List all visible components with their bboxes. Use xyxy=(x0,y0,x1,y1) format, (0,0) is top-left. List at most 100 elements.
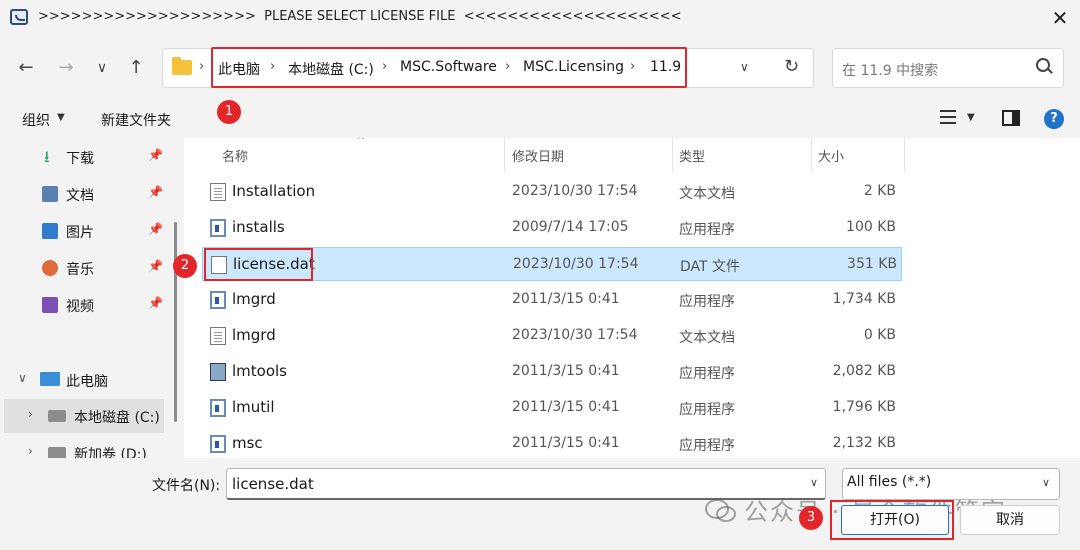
sidebar-scrollbar[interactable] xyxy=(174,222,177,422)
file-type: 文本文档 xyxy=(679,186,735,202)
sidebar-item-new-volume-d[interactable]: › 新加卷 (D:) xyxy=(0,436,170,458)
address-dropdown-button[interactable]: ∨ xyxy=(740,60,749,74)
file-list[interactable]: ^ 名称 修改日期 类型 大小 Installation 2023/10/30 … xyxy=(184,138,1080,458)
file-type: 应用程序 xyxy=(679,222,735,238)
sidebar-item-label: 下载 xyxy=(66,151,94,167)
filename-dropdown-icon[interactable]: ∨ xyxy=(810,476,818,489)
file-type: 应用程序 xyxy=(679,438,735,454)
step-badge-3: 3 xyxy=(799,506,823,530)
expand-chevron-icon[interactable]: › xyxy=(28,444,33,458)
sidebar-item-label: 视频 xyxy=(66,299,94,315)
file-type-filter-value[interactable]: All files (*.*) xyxy=(847,474,931,490)
file-name: msc xyxy=(232,434,263,452)
sidebar-item-videos[interactable]: 视频 📌 xyxy=(0,288,170,322)
file-name: installs xyxy=(232,218,285,236)
expand-chevron-icon[interactable]: › xyxy=(28,407,33,421)
file-row[interactable]: lmtools 2011/3/15 0:41 应用程序 2,082 KB xyxy=(202,355,902,389)
computer-icon xyxy=(40,372,60,386)
filename-value[interactable]: license.dat xyxy=(232,475,314,493)
preview-pane-icon[interactable] xyxy=(1002,110,1020,126)
filename-input[interactable] xyxy=(226,468,826,500)
forward-button[interactable]: → xyxy=(52,54,80,82)
file-row[interactable]: installs 2009/7/14 17:05 应用程序 100 KB xyxy=(202,211,902,245)
sidebar-item-pictures[interactable]: 图片 📌 xyxy=(0,214,170,248)
refresh-button[interactable]: ↻ xyxy=(784,56,799,77)
file-date: 2023/10/30 17:54 xyxy=(512,327,638,343)
sidebar-item-label: 本地磁盘 (C:) xyxy=(74,410,160,426)
sidebar-item-this-pc[interactable]: ∨ 此电脑 xyxy=(0,363,170,397)
recent-locations-button[interactable]: ∨ xyxy=(88,54,116,82)
file-name: lmgrd xyxy=(232,326,276,344)
file-row[interactable]: Installation 2023/10/30 17:54 文本文档 2 KB xyxy=(202,175,902,209)
sidebar-item-documents[interactable]: 文档 📌 xyxy=(0,177,170,211)
file-type: 应用程序 xyxy=(679,366,735,382)
file-size: 2 KB xyxy=(863,183,896,199)
file-row[interactable]: lmutil 2011/3/15 0:41 应用程序 1,796 KB xyxy=(202,391,902,425)
breadcrumb-separator[interactable]: › xyxy=(199,59,204,74)
file-size: 351 KB xyxy=(847,256,897,272)
file-size: 100 KB xyxy=(846,219,896,235)
file-date: 2011/3/15 0:41 xyxy=(512,291,620,307)
expand-chevron-icon[interactable]: ∨ xyxy=(18,371,27,385)
view-options-icon[interactable] xyxy=(940,110,956,124)
search-icon[interactable] xyxy=(1036,58,1050,72)
back-button[interactable]: ← xyxy=(12,54,40,82)
sidebar-item-label: 音乐 xyxy=(66,262,94,278)
filter-dropdown-icon[interactable]: ∨ xyxy=(1042,476,1050,489)
navigation-pane[interactable]: ⭳ 下载 📌 文档 📌 图片 📌 音乐 📌 视频 📌 ∨ 此电脑 › 本地磁盘 … xyxy=(0,138,170,458)
sidebar-item-music[interactable]: 音乐 📌 xyxy=(0,251,170,285)
pin-icon[interactable]: 📌 xyxy=(148,296,163,310)
file-row[interactable]: lmgrd 2023/10/30 17:54 文本文档 0 KB xyxy=(202,319,902,353)
drive-icon xyxy=(48,410,66,422)
up-button[interactable]: ↑ xyxy=(122,54,150,82)
file-annotation-box xyxy=(204,248,313,281)
file-date: 2023/10/30 17:54 xyxy=(512,183,638,199)
file-row[interactable]: lmgrd 2011/3/15 0:41 应用程序 1,734 KB xyxy=(202,283,902,317)
pin-icon[interactable]: 📌 xyxy=(148,185,163,199)
file-type: 应用程序 xyxy=(679,294,735,310)
help-icon[interactable]: ? xyxy=(1044,109,1064,129)
picture-icon xyxy=(42,223,58,239)
file-size: 1,796 KB xyxy=(832,399,896,415)
column-divider[interactable] xyxy=(904,138,905,172)
file-name: lmutil xyxy=(232,398,275,416)
sidebar-item-label: 文档 xyxy=(66,188,94,204)
download-icon: ⭳ xyxy=(44,147,50,166)
pin-icon[interactable]: 📌 xyxy=(148,259,163,273)
cancel-button[interactable]: 取消 xyxy=(960,505,1060,535)
new-folder-button[interactable]: 新建文件夹 xyxy=(101,110,171,130)
search-placeholder: 在 11.9 中搜索 xyxy=(842,63,939,79)
column-divider[interactable] xyxy=(811,138,812,172)
view-caret-icon[interactable]: ▼ xyxy=(967,112,975,123)
step-badge-1: 1 xyxy=(217,100,241,124)
file-size: 0 KB xyxy=(863,327,896,343)
close-button[interactable]: ✕ xyxy=(1046,4,1074,32)
column-divider[interactable] xyxy=(672,138,673,172)
pin-icon[interactable]: 📌 xyxy=(148,148,163,162)
pin-icon[interactable]: 📌 xyxy=(148,222,163,236)
organize-menu[interactable]: 组织 xyxy=(22,110,50,130)
video-icon xyxy=(42,297,58,313)
file-type: 应用程序 xyxy=(679,402,735,418)
column-header-name[interactable]: 名称 xyxy=(222,146,248,165)
column-header-size[interactable]: 大小 xyxy=(818,146,844,165)
application-icon xyxy=(210,399,226,417)
column-header-modified[interactable]: 修改日期 xyxy=(512,146,564,165)
file-size: 2,132 KB xyxy=(832,435,896,451)
column-header-type[interactable]: 类型 xyxy=(679,146,705,165)
sidebar-item-label: 新加卷 (D:) xyxy=(74,447,147,458)
filename-label: 文件名(N): xyxy=(152,478,221,494)
column-divider[interactable] xyxy=(504,138,505,172)
step-badge-2: 2 xyxy=(173,254,197,278)
file-size: 2,082 KB xyxy=(832,363,896,379)
sort-indicator-icon: ^ xyxy=(356,138,366,147)
file-date: 2011/3/15 0:41 xyxy=(512,435,620,451)
sidebar-item-local-disk-c[interactable]: › 本地磁盘 (C:) xyxy=(4,399,164,433)
organize-caret-icon[interactable]: ▼ xyxy=(57,112,65,123)
file-row[interactable]: msc 2011/3/15 0:41 应用程序 2,132 KB xyxy=(202,427,902,458)
file-date: 2009/7/14 17:05 xyxy=(512,219,629,235)
sidebar-item-downloads[interactable]: ⭳ 下载 📌 xyxy=(0,140,170,174)
file-name: Installation xyxy=(232,182,316,200)
file-type: 文本文档 xyxy=(679,330,735,346)
file-date: 2023/10/30 17:54 xyxy=(513,256,639,272)
